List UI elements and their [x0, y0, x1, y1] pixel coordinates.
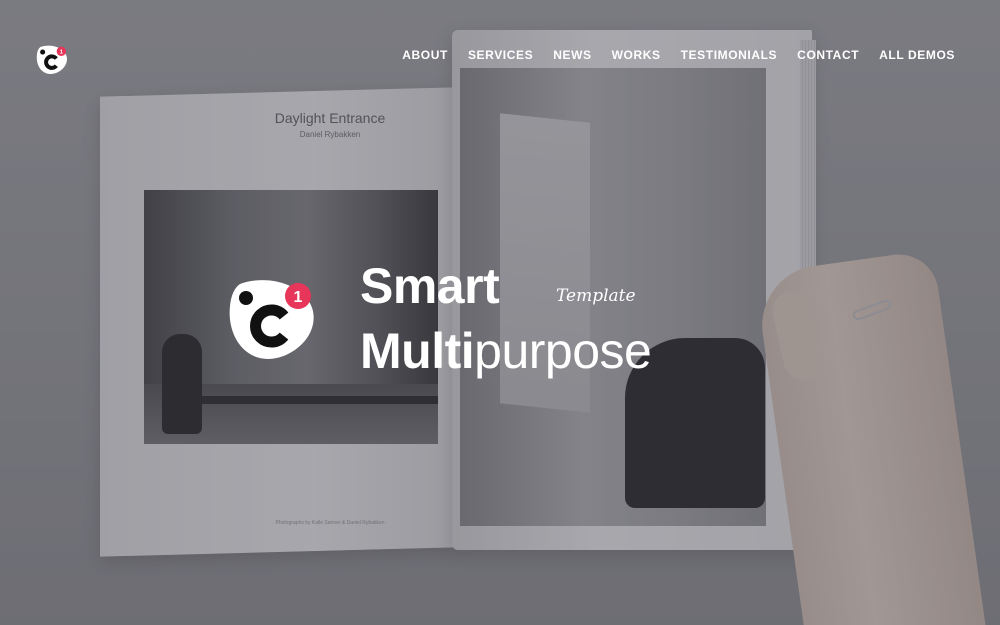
site-logo[interactable]: 1	[34, 42, 70, 78]
hero-tag-template: Template	[556, 286, 636, 306]
hero-title-smart: Smart	[360, 258, 500, 314]
nav-item-works[interactable]: WORKS	[612, 48, 661, 62]
nav-item-news[interactable]: NEWS	[553, 48, 591, 62]
svg-text:1: 1	[294, 289, 303, 306]
logo-icon: 1	[36, 45, 68, 75]
nav-item-contact[interactable]: CONTACT	[797, 48, 859, 62]
hero-title-purpose: purpose	[474, 323, 652, 379]
nav-item-testimonials[interactable]: TESTIMONIALS	[681, 48, 778, 62]
hero-logo-icon: 1	[222, 270, 322, 370]
site-header: 1 ABOUT SERVICES NEWS WORKS TESTIMONIALS…	[0, 0, 1000, 110]
nav-item-all-demos[interactable]: ALL DEMOS	[879, 48, 955, 62]
hero-title-multi: Multi	[360, 323, 475, 379]
nav-item-services[interactable]: SERVICES	[468, 48, 533, 62]
hero-title-multipurpose: Multipurpose	[360, 320, 652, 382]
main-nav: ABOUT SERVICES NEWS WORKS TESTIMONIALS C…	[402, 48, 955, 62]
nav-item-about[interactable]: ABOUT	[402, 48, 448, 62]
